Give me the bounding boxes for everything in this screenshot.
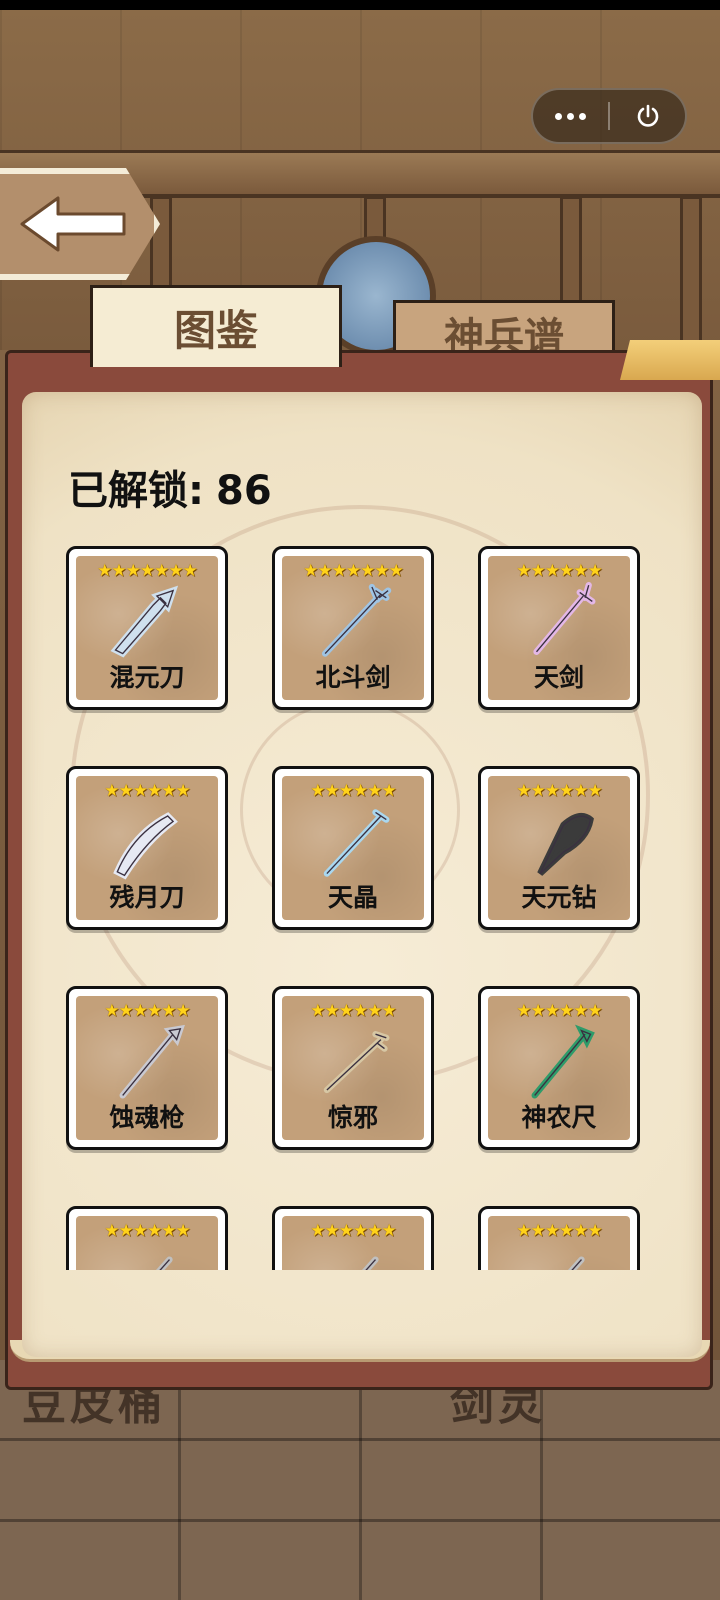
- weapon-card[interactable]: ★★★★★★★ 混元刀: [66, 546, 228, 710]
- weapon-icon: [323, 809, 390, 877]
- book-corner-decoration: [620, 340, 720, 380]
- weapon-card-frame: ★★★★★★★ 北斗剑: [282, 556, 424, 700]
- unlocked-label: 已解锁:: [68, 468, 204, 514]
- back-button[interactable]: [0, 168, 160, 280]
- weapon-card[interactable]: ★★★★★★ 惊邪: [272, 986, 434, 1150]
- unlocked-counter: 已解锁: 86: [68, 458, 272, 516]
- weapon-icon: [531, 1024, 595, 1099]
- weapon-icon: [533, 582, 596, 655]
- weapon-name: 天剑: [533, 663, 584, 692]
- weapon-icon: [110, 585, 179, 658]
- weapon-icon: [119, 1024, 185, 1099]
- weapon-card[interactable]: ★★★★★★★ 北斗剑: [272, 546, 434, 710]
- weapon-card[interactable]: ★★★★★★ 神农尺: [478, 986, 640, 1150]
- weapon-card-frame: ★★★★★★: [488, 1216, 630, 1270]
- close-button[interactable]: [610, 90, 685, 142]
- weapon-name: 天元钻: [521, 883, 597, 912]
- weapon-card-frame: ★★★★★★: [282, 1216, 424, 1270]
- weapon-icon: [113, 812, 178, 880]
- weapon-name: 残月刀: [109, 883, 185, 912]
- weapon-icon: [361, 1256, 379, 1270]
- weapon-card[interactable]: ★★★★★★ 天晶: [272, 766, 434, 930]
- weapon-card[interactable]: ★★★★★★ 天剑: [478, 546, 640, 710]
- weapon-name: 混元刀: [109, 663, 185, 692]
- weapon-card-frame: ★★★★★★ 天剑: [488, 556, 630, 700]
- weapon-grid: ★★★★★★★ 混元刀 ★★★★★★★ 北斗剑 ★★★★★★ 天剑 ★★★★★★ 残月刀 ★★★…: [40, 540, 680, 1270]
- weapon-icon: [537, 813, 594, 876]
- weapon-card[interactable]: ★★★★★★: [272, 1206, 434, 1270]
- weapon-card-frame: ★★★★★★ 惊邪: [282, 996, 424, 1140]
- weapon-name: 天晶: [327, 883, 378, 912]
- weapon-card[interactable]: ★★★★★★ 残月刀: [66, 766, 228, 930]
- weapon-icon: [321, 583, 392, 657]
- weapon-icon: [567, 1256, 585, 1270]
- weapon-name: 神农尺: [521, 1103, 597, 1132]
- weapon-name: 惊邪: [327, 1103, 378, 1132]
- power-icon: [637, 104, 658, 127]
- weapon-card[interactable]: ★★★★★★ 天元钻: [478, 766, 640, 930]
- weapon-card-frame: ★★★★★★ 蚀魂枪: [76, 996, 218, 1140]
- weapon-icon: [155, 1256, 173, 1270]
- weapon-card[interactable]: ★★★★★★: [478, 1206, 640, 1270]
- beam-post: [680, 196, 702, 346]
- back-arrow-icon: [20, 196, 126, 252]
- weapon-card[interactable]: ★★★★★★: [66, 1206, 228, 1270]
- weapon-name: 北斗剑: [315, 663, 391, 692]
- weapon-card-frame: ★★★★★★ 神农尺: [488, 996, 630, 1140]
- weapon-card-frame: ★★★★★★ 残月刀: [76, 776, 218, 920]
- weapon-name: 蚀魂枪: [109, 1103, 185, 1132]
- mini-program-capsule: [531, 88, 687, 144]
- weapon-card-frame: ★★★★★★: [76, 1216, 218, 1270]
- game-screen: 豆皮桶 剑灵 图鉴 神兵谱 已解锁: 86 ★★★★★★★ 混元刀 ★★★★★★★ 北斗…: [0, 0, 720, 1600]
- weapon-icon: [323, 1031, 390, 1094]
- top-strip: [0, 0, 720, 10]
- weapon-card-frame: ★★★★★★★ 混元刀: [76, 556, 218, 700]
- more-button[interactable]: [533, 90, 608, 142]
- weapon-card-frame: ★★★★★★ 天元钻: [488, 776, 630, 920]
- tab-codex[interactable]: 图鉴: [90, 285, 342, 367]
- weapon-card[interactable]: ★★★★★★ 蚀魂枪: [66, 986, 228, 1150]
- more-dots-icon: [555, 112, 586, 120]
- unlocked-count: 86: [216, 468, 272, 514]
- weapon-card-frame: ★★★★★★ 天晶: [282, 776, 424, 920]
